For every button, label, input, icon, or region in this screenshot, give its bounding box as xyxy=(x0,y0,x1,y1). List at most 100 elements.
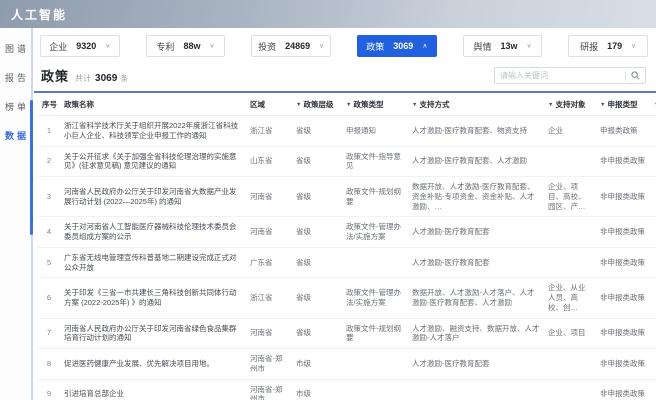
cell-level: 省级 xyxy=(292,318,342,349)
cell-type: 申报通知 xyxy=(342,115,408,147)
table-row[interactable]: 3 河南省人民政府办公厅关于印发河南省大数据产业发展行动计划 (2022—2025… xyxy=(38,176,656,218)
cell-name: 促进医药健康产业发展、优先解决项目用地。 xyxy=(60,348,246,380)
cell-apply: 非申报类政策 xyxy=(596,379,650,400)
scrollbar-thumb[interactable] xyxy=(30,100,33,235)
filter-chip-investment[interactable]: 投资 24869 ∨ xyxy=(251,35,332,57)
sidebar-item-report[interactable]: 报告 xyxy=(0,63,31,92)
sidebar-item-ranking[interactable]: 榜单 xyxy=(0,92,31,121)
cell-no: 6 xyxy=(38,277,60,319)
table-row[interactable]: 7 河南省人民政府办公厅关于印发河南省绿色食品集群培育行动计划的通知 河南省 省级 政策… xyxy=(38,318,656,349)
cell-no: 7 xyxy=(38,318,60,349)
cell-support xyxy=(408,379,544,400)
caret-down-icon: ∨ xyxy=(105,43,111,50)
cell-level: 市级 xyxy=(292,348,342,380)
cell-type: 政策文件-规划纲要 xyxy=(342,318,408,349)
total-suffix: 条 xyxy=(120,74,129,83)
cell-apply: 非申报类政策 xyxy=(596,247,650,279)
main-content: 企业 9320 ∨ 专利 88w ∨ 投资 24869 ∨ 政策 3069 ∧ 舆情 13w ∨ 研报 179 ∨… xyxy=(34,28,656,400)
filter-funnel-icon[interactable]: ▼ xyxy=(600,102,605,108)
panel-title-group: 政策 共计 3069 条 xyxy=(41,66,128,85)
column-header-no: 序号 xyxy=(38,93,60,116)
cell-level: 省级 xyxy=(292,146,342,177)
caret-down-icon: ∨ xyxy=(319,43,325,50)
app-header: 人工智能 xyxy=(0,0,656,28)
cell-type xyxy=(342,247,408,279)
cell-region: 河南省 xyxy=(246,216,292,248)
cell-support: 人才激励-医疗教育配套 xyxy=(408,348,544,380)
cell-no: 2 xyxy=(38,146,60,177)
filter-chip-policy[interactable]: 政策 3069 ∧ xyxy=(357,35,437,57)
cell-type xyxy=(342,379,408,400)
filter-funnel-icon[interactable]: ▼ xyxy=(296,102,301,108)
filter-chip-count: 3069 xyxy=(393,41,414,51)
filter-chip-count: 24869 xyxy=(285,41,311,51)
app-title: 人工智能 xyxy=(11,7,68,22)
cell-apply: 非申报类政策 xyxy=(596,348,650,380)
filter-chip-sentiment[interactable]: 舆情 13w ∨ xyxy=(462,35,543,57)
search-divider xyxy=(625,70,626,81)
column-header-type: ▼ 政策类型 xyxy=(342,93,408,116)
filter-chip-enterprise[interactable]: 企业 9320 ∨ xyxy=(40,35,120,57)
cell-target: 企业、从业人员、高校、创… xyxy=(544,277,596,319)
cell-region: 山东省 xyxy=(246,146,292,177)
search-box xyxy=(494,67,646,84)
cell-region: 浙江省 xyxy=(246,277,292,319)
filter-chip-research[interactable]: 研报 179 ∨ xyxy=(568,35,649,57)
cell-trailing xyxy=(650,115,656,147)
cell-type: 政策文件-管理办法/实施方案 xyxy=(342,216,408,248)
cell-apply: 非申报类政策 xyxy=(596,318,650,349)
cell-name: 关于对河南省人工智能医疗器械科技伦理技术委员会委员组成方案的公示 xyxy=(60,216,246,248)
table-row[interactable]: 4 关于对河南省人工智能医疗器械科技伦理技术委员会委员组成方案的公示 河南省 省级 政策… xyxy=(38,216,656,248)
cell-trailing xyxy=(650,277,656,319)
panel-header: 政策 共计 3069 条 xyxy=(34,63,656,93)
column-header-target: ▼ 支持对象 xyxy=(544,93,596,116)
column-label: 政策类型 xyxy=(353,100,384,109)
column-label: 政策层级 xyxy=(303,100,334,109)
filter-chip-label: 投资 xyxy=(258,41,277,52)
table-row[interactable]: 8 促进医药健康产业发展、优先解决项目用地。 河南省-郑州市 市级 人才激励-医疗教育配… xyxy=(38,348,656,380)
table-header-row: 序号政策名称区域▼政策层级▼政策类型▼支持方式▼支持对象▼申报类型▼ xyxy=(38,93,656,116)
filter-funnel-icon[interactable]: ▼ xyxy=(548,102,553,108)
cell-level: 省级 xyxy=(292,247,342,279)
cell-name: 河南省人民政府办公厅关于印发河南省绿色食品集群培育行动计划的通知 xyxy=(60,318,246,349)
filter-chip-label: 舆情 xyxy=(473,41,492,52)
cell-support: 人才激励-医疗教育配套 xyxy=(408,247,544,279)
cell-type: 政策文件-规划纲要 xyxy=(342,176,408,218)
table-row[interactable]: 6 关于印发《三省一市共建长三角科技创新共同体行动方案 (2022-2025年) … xyxy=(38,277,656,319)
cell-trailing xyxy=(650,379,656,400)
cell-name: 引进培育总部企业 xyxy=(60,379,246,400)
table-row[interactable]: 1 浙江省科学技术厅关于组织开展2022年度浙江省科技小巨人企业、科技领军企业申报… xyxy=(38,115,656,147)
cell-name: 浙江省科学技术厅关于组织开展2022年度浙江省科技小巨人企业、科技领军企业申报工… xyxy=(60,115,246,147)
cell-no: 4 xyxy=(38,216,60,248)
cell-type: 政策文件-指导意见 xyxy=(342,146,408,177)
cell-trailing xyxy=(650,348,656,380)
table-row[interactable]: 9 引进培育总部企业 河南省-郑州市 市级 非申报类政策 xyxy=(38,379,656,400)
policy-table: 序号政策名称区域▼政策层级▼政策类型▼支持方式▼支持对象▼申报类型▼ 1浙江省科… xyxy=(38,93,656,400)
sidebar-item-data[interactable]: 数据 xyxy=(0,121,31,150)
cell-support: 数据开放、人才激励-人才落户、人才激励-医疗教育配套、人才激励 xyxy=(408,277,544,319)
column-header-level: ▼ 政策层级 xyxy=(292,93,342,116)
cell-target xyxy=(544,146,596,177)
cell-apply: 非申报类政策 xyxy=(596,216,650,248)
cell-trailing xyxy=(650,216,656,248)
search-input[interactable] xyxy=(500,71,620,80)
table-row[interactable]: 5 广东省无线电管理宣传科普基地二期建设完成正式对公众开放 广东省 省级 人才激励-医疗… xyxy=(38,247,656,279)
search-icon[interactable] xyxy=(631,71,640,80)
column-header-name: 政策名称 xyxy=(60,93,246,116)
cell-type xyxy=(342,348,408,380)
table-body: 1 浙江省科学技术厅关于组织开展2022年度浙江省科技小巨人企业、科技领军企业申报… xyxy=(38,115,656,400)
cell-support: 人才激励-医疗教育配套 xyxy=(408,216,544,248)
section-title: 政策 xyxy=(41,69,70,84)
cell-support: 人才激励-医疗教育配套、物资支持 xyxy=(408,115,544,147)
filter-funnel-icon[interactable]: ▼ xyxy=(346,102,351,108)
sidebar-item-graph[interactable]: 图谱 xyxy=(0,34,31,63)
filter-chip-count: 13w xyxy=(500,41,518,51)
cell-apply: 非申报类政策 xyxy=(596,277,650,319)
filter-chip-patent[interactable]: 专利 88w ∨ xyxy=(145,35,226,57)
filter-chip-label: 企业 xyxy=(49,41,68,52)
filter-funnel-icon[interactable]: ▼ xyxy=(412,102,417,108)
table-row[interactable]: 2 关于公开征求《关于加强全省科技伦理治理的实施意见》(征求意见稿) 意见建议的通… xyxy=(38,146,656,177)
column-header-region: 区域 xyxy=(246,93,292,116)
column-label: 支持对象 xyxy=(555,100,586,109)
cell-name: 河南省人民政府办公厅关于印发河南省大数据产业发展行动计划 (2022—2025年… xyxy=(60,176,246,218)
